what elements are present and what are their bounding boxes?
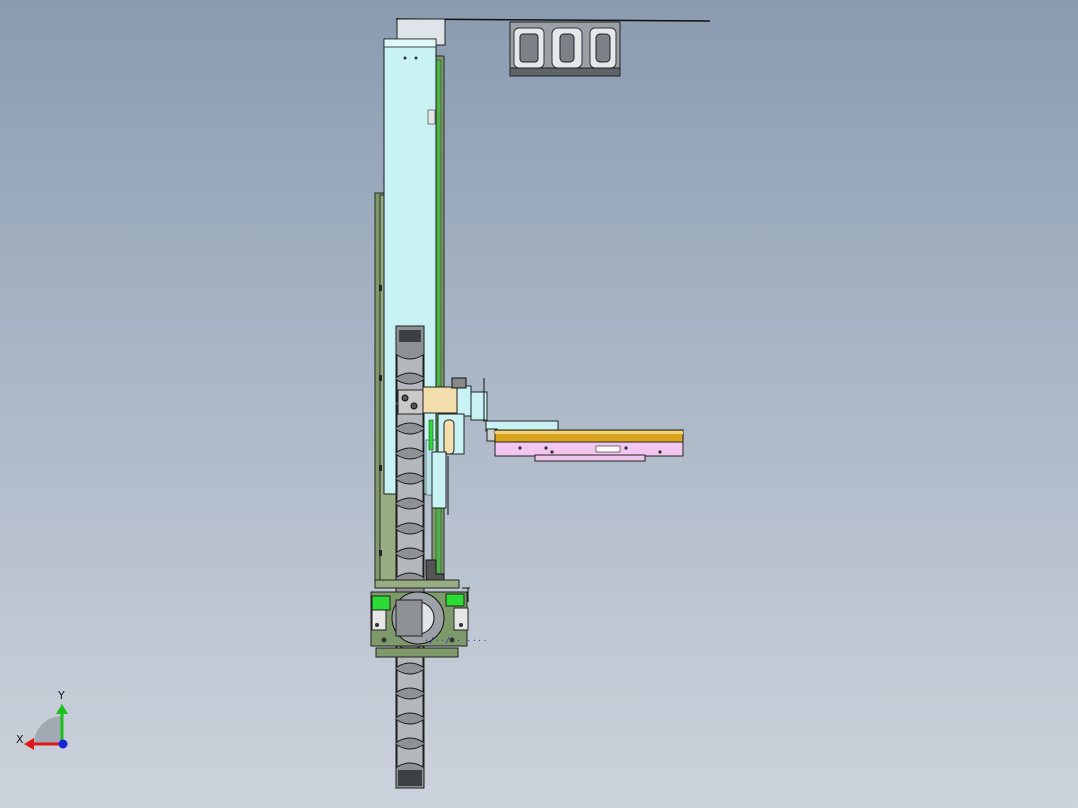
dimension-annotation[interactable]: ·/··/ · ···· <box>424 636 488 645</box>
cad-graphics-viewport[interactable]: ·/··/ · ···· X Y <box>0 0 1078 808</box>
base-motor-mount[interactable] <box>370 579 470 658</box>
horizontal-slide-arm[interactable] <box>485 420 684 462</box>
assembly-drawing <box>24 18 711 789</box>
view-triad[interactable] <box>24 704 68 750</box>
x-axis-label: X <box>16 733 24 746</box>
y-axis-label: Y <box>58 689 65 702</box>
